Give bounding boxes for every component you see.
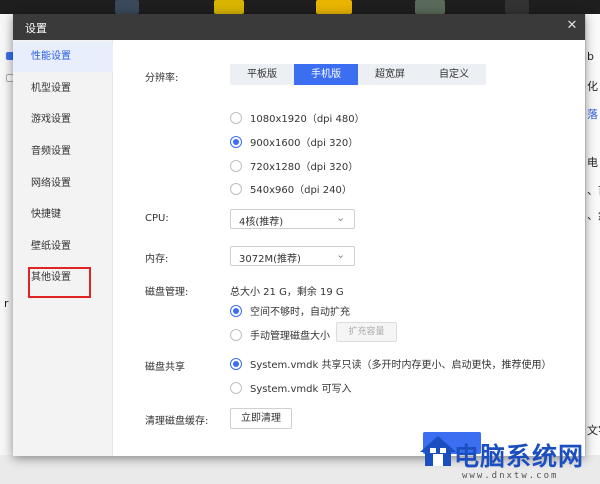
background-thumbnail xyxy=(316,0,352,14)
disk-auto-expand-option[interactable]: 空间不够时，自动扩充 xyxy=(230,303,350,318)
resolution-option-720[interactable]: 720x1280（dpi 320） xyxy=(230,158,358,173)
sidebar-item-device-model[interactable]: 机型设置 xyxy=(13,74,113,104)
radio-label: System.vmdk 共享只读（多开时内存更小、启动更快，推荐使用） xyxy=(250,360,552,371)
sidebar-item-shortcuts[interactable]: 快捷键 xyxy=(13,200,113,230)
background-text: b xyxy=(587,50,594,63)
background-text: 、首 xyxy=(587,184,600,197)
memory-label: 内存: xyxy=(145,254,169,265)
radio-selected-icon xyxy=(230,135,242,148)
tab-custom[interactable]: 自定义 xyxy=(422,64,486,85)
expand-capacity-button: 扩充容量 xyxy=(336,322,397,342)
radio-selected-icon xyxy=(230,304,242,317)
dialog-titlebar: 设置 ✕ xyxy=(13,14,585,40)
background-app-header xyxy=(0,0,600,14)
background-text: 落 xyxy=(587,108,598,121)
cpu-label: CPU: xyxy=(145,213,169,224)
close-icon[interactable]: ✕ xyxy=(563,17,581,35)
background-right-panel: b 化 落 电 、首 、然 文字 xyxy=(585,14,600,484)
background-thumbnail xyxy=(505,0,529,14)
share-writable-option[interactable]: System.vmdk 可写入 xyxy=(230,380,351,395)
sidebar-item-performance[interactable]: 性能设置 xyxy=(13,42,113,72)
clear-cache-label: 清理磁盘缓存: xyxy=(145,416,209,427)
disk-share-label: 磁盘共享 xyxy=(145,362,185,373)
dialog-title: 设置 xyxy=(25,22,47,35)
background-text: r xyxy=(4,297,9,310)
watermark-url: www.dnxtw.com xyxy=(462,471,559,481)
background-text: 、然 xyxy=(587,209,600,222)
chevron-down-icon: ⌄ xyxy=(336,248,346,261)
radio-icon xyxy=(230,182,242,195)
settings-sidebar: 性能设置 机型设置 游戏设置 音频设置 网络设置 快捷键 壁纸设置 其他设置 xyxy=(13,40,113,456)
resolution-option-540[interactable]: 540x960（dpi 240） xyxy=(230,181,352,196)
chevron-down-icon: ⌄ xyxy=(336,211,346,224)
radio-label: 手动管理磁盘大小 xyxy=(250,331,330,342)
radio-icon xyxy=(230,111,242,124)
clear-now-button[interactable]: 立即清理 xyxy=(230,408,292,429)
radio-label: 1080x1920（dpi 480） xyxy=(250,114,365,125)
disk-manual-option[interactable]: 手动管理磁盘大小 xyxy=(230,327,330,342)
performance-settings-panel: 分辨率: 平板版 手机版 超宽屏 自定义 1080x1920（dpi 480） … xyxy=(113,40,585,456)
tab-phone[interactable]: 手机版 xyxy=(294,64,358,85)
sidebar-item-audio[interactable]: 音频设置 xyxy=(13,137,113,167)
share-readonly-option[interactable]: System.vmdk 共享只读（多开时内存更小、启动更快，推荐使用） xyxy=(230,356,551,371)
background-thumbnail xyxy=(214,0,244,14)
radio-label: 空间不够时，自动扩充 xyxy=(250,307,350,318)
resolution-option-900[interactable]: 900x1600（dpi 320） xyxy=(230,134,358,149)
tab-ultrawide[interactable]: 超宽屏 xyxy=(358,64,422,85)
sidebar-item-network[interactable]: 网络设置 xyxy=(13,169,113,199)
background-thumbnail xyxy=(115,0,139,14)
sidebar-item-game[interactable]: 游戏设置 xyxy=(13,105,113,135)
radio-icon xyxy=(230,328,242,341)
memory-select-value: 3072M(推荐) xyxy=(239,254,301,265)
radio-icon xyxy=(230,159,242,172)
radio-label: 900x1600（dpi 320） xyxy=(250,138,359,149)
radio-selected-icon xyxy=(230,357,242,370)
radio-icon xyxy=(230,381,242,394)
disk-management-label: 磁盘管理: xyxy=(145,287,189,298)
resolution-label: 分辨率: xyxy=(145,73,179,84)
background-left-panel: r xyxy=(0,14,14,484)
cpu-select[interactable]: 4核(推荐) ⌄ xyxy=(230,209,355,229)
tab-tablet[interactable]: 平板版 xyxy=(230,64,294,85)
resolution-tabs: 平板版 手机版 超宽屏 自定义 xyxy=(230,64,486,85)
memory-select[interactable]: 3072M(推荐) ⌄ xyxy=(230,246,355,266)
settings-dialog: 设置 ✕ 性能设置 机型设置 游戏设置 音频设置 网络设置 快捷键 壁纸设置 其… xyxy=(13,14,585,456)
background-thumbnail xyxy=(415,0,445,14)
watermark: 电脑系统网 www.dnxtw.com xyxy=(418,434,600,484)
disk-size-info: 总大小 21 G，剩余 19 G xyxy=(230,287,344,298)
radio-label: 720x1280（dpi 320） xyxy=(250,162,359,173)
cpu-select-value: 4核(推荐) xyxy=(239,217,284,228)
house-logo-icon xyxy=(420,436,456,466)
background-text: 电 xyxy=(587,156,598,169)
annotation-highlight-box xyxy=(28,267,91,298)
resolution-option-1080[interactable]: 1080x1920（dpi 480） xyxy=(230,110,365,125)
watermark-text: 电脑系统网 xyxy=(454,442,585,471)
sidebar-item-wallpaper[interactable]: 壁纸设置 xyxy=(13,232,113,262)
background-text: 化 xyxy=(587,80,598,93)
radio-label: System.vmdk 可写入 xyxy=(250,384,352,395)
radio-label: 540x960（dpi 240） xyxy=(250,185,352,196)
